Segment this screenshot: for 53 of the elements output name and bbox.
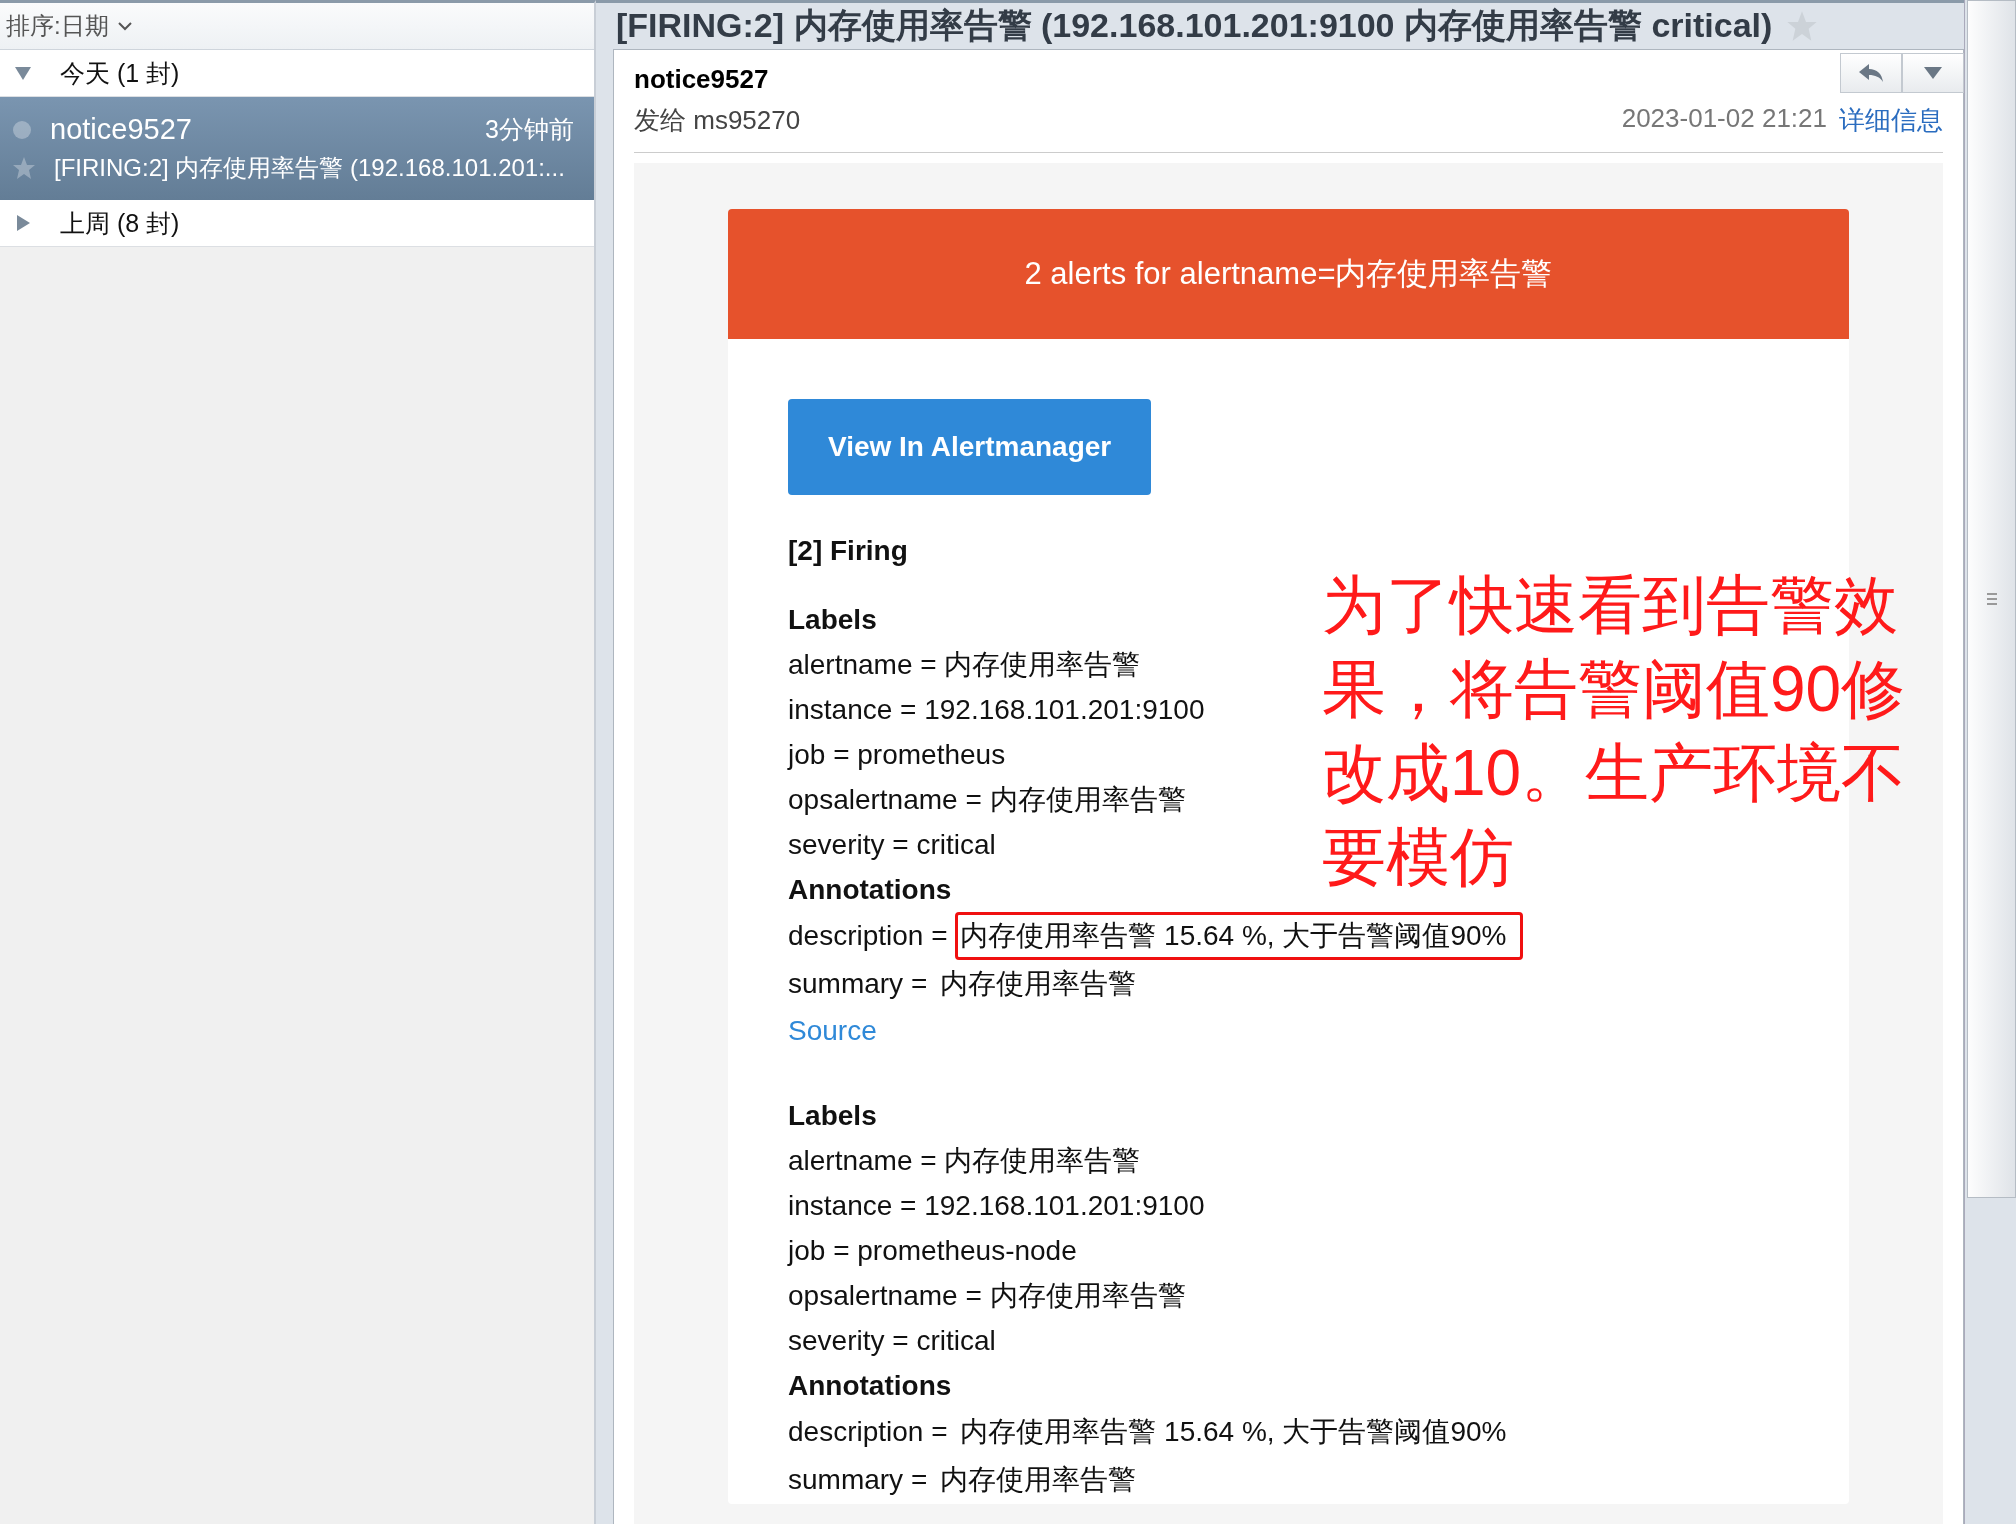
annotation-key: description = [788, 920, 948, 951]
labels-heading: Labels [788, 1099, 877, 1133]
annotation-value: 内存使用率告警 [939, 1463, 1138, 1497]
label-line: alertname = 内存使用率告警 [788, 1144, 1141, 1178]
source-link[interactable]: Source [788, 1008, 877, 1053]
group-header[interactable]: 上周 (8 封) [0, 200, 594, 247]
dot-icon [12, 119, 32, 140]
label-line: job = prometheus-node [788, 1234, 1077, 1268]
triangle-right-icon[interactable] [14, 214, 32, 232]
annotation-value: 内存使用率告警 [939, 967, 1138, 1001]
view-alertmanager-button[interactable]: View In Alertmanager [788, 399, 1152, 495]
label-line: opsalertname = 内存使用率告警 [788, 1279, 1186, 1313]
group-label: 上周 (8 封) [60, 207, 180, 239]
label-line: alertname = 内存使用率告警 [788, 648, 1141, 682]
label-line: instance = 192.168.101.201:9100 [788, 1189, 1205, 1223]
alert-banner: 2 alerts for alertname=内存使用率告警 [728, 209, 1849, 339]
group-label: 今天 (1 封) [60, 57, 180, 89]
caret-down-icon [1923, 65, 1943, 80]
label-line: opsalertname = 内存使用率告警 [788, 783, 1186, 817]
group-header[interactable]: 今天 (1 封) [0, 50, 594, 97]
label-line: job = prometheus [788, 738, 1006, 772]
recipient-text: 发给 ms95270 [634, 104, 801, 137]
scrollbar-thumb[interactable] [1967, 0, 2016, 1198]
annotations-heading: Annotations [788, 873, 952, 907]
sort-label[interactable]: 排序:日期 [6, 10, 109, 42]
triangle-down-icon[interactable] [14, 64, 32, 82]
reply-arrow-icon [1857, 61, 1885, 84]
label-line: instance = 192.168.101.201:9100 [788, 693, 1205, 727]
grip-icon [1985, 592, 1998, 606]
chevron-down-icon[interactable] [116, 20, 133, 32]
details-link[interactable]: 详细信息 [1839, 103, 1943, 138]
annotation-key: summary = [788, 1464, 928, 1495]
sort-bar[interactable]: 排序:日期 [0, 3, 594, 50]
highlighted-value: 内存使用率告警 15.64 %, 大于告警阈值90% [955, 912, 1524, 960]
message-title: [FIRING:2] 内存使用率告警 (192.168.101.201:9100 内存使用率告警 critical) [616, 5, 1773, 46]
star-icon[interactable] [12, 156, 36, 180]
annotation-note: 为了快速看到告警效果，将告警阈值90修改成10。生产环境不要模仿 [1322, 568, 1907, 895]
labels-heading: Labels [788, 603, 877, 637]
message-time: 3分钟前 [485, 114, 574, 145]
message-sender: notice9527 [50, 113, 193, 146]
label-line: severity = critical [788, 828, 996, 862]
message-item[interactable]: notice9527 3分钟前 [FIRING:2] 内存使用率告警 (192.168.101.201:... [0, 97, 594, 200]
annotation-key: description = [788, 1416, 948, 1447]
sender-name: notice9527 [634, 63, 769, 95]
section-title: [2] Firing [788, 535, 909, 567]
annotation-value: 内存使用率告警 15.64 %, 大于告警阈值90% [959, 1415, 1508, 1449]
message-subject: [FIRING:2] 内存使用率告警 (192.168.101.201:... [54, 153, 565, 183]
annotation-key: summary = [788, 968, 928, 999]
reply-button[interactable] [1840, 52, 1902, 93]
message-date: 2023-01-02 21:21 [1621, 103, 1827, 135]
annotations-heading: Annotations [788, 1369, 952, 1403]
label-line: severity = critical [788, 1324, 996, 1358]
more-button[interactable] [1902, 52, 1964, 93]
